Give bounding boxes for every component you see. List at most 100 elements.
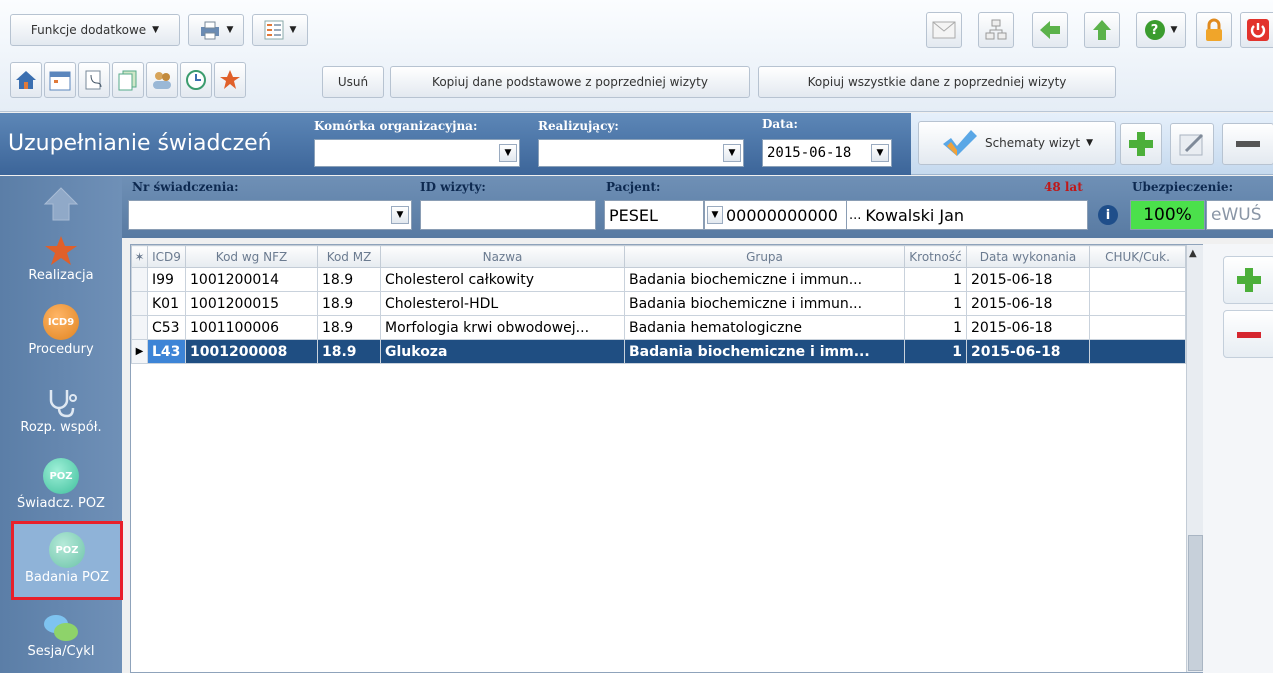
row-selector[interactable] <box>131 291 148 316</box>
up-button[interactable] <box>1084 12 1120 48</box>
kopiuj-wszystkie-button[interactable]: Kopiuj wszystkie dane z poprzedniej wizy… <box>758 66 1116 98</box>
funkcje-dodatkowe-dropdown[interactable]: Funkcje dodatkowe ▼ <box>10 14 180 46</box>
cell-kod-nfz[interactable]: 1001200015 <box>185 291 318 316</box>
edit-visit-button[interactable] <box>1170 123 1214 165</box>
add-visit-button[interactable] <box>1120 123 1162 165</box>
cell-kod-mz[interactable]: 18.9 <box>317 339 381 364</box>
cell-grupa[interactable]: Badania biochemiczne i immun... <box>624 267 905 292</box>
poz-badge: POZ <box>49 470 73 482</box>
cell-icd9[interactable]: K01 <box>147 291 186 316</box>
cell-kod-nfz[interactable]: 1001200014 <box>185 267 318 292</box>
print-dropdown[interactable]: ▼ <box>188 14 244 46</box>
nav-up-arrow[interactable] <box>0 184 122 224</box>
info-icon[interactable]: i <box>1098 205 1118 225</box>
patients-button[interactable] <box>146 62 178 98</box>
cell-grupa[interactable]: Badania biochemiczne i immun... <box>624 291 905 316</box>
cell-kod-mz[interactable]: 18.9 <box>317 291 381 316</box>
scroll-up-icon[interactable]: ▲ <box>1189 248 1197 259</box>
cell-chuk[interactable] <box>1089 315 1186 340</box>
realizujacy-select[interactable]: ▼ <box>538 139 744 167</box>
schematy-wizyt-dropdown[interactable]: Schematy wizyt ▼ <box>918 121 1116 165</box>
col-header-kod-mz[interactable]: Kod MZ <box>317 245 381 268</box>
add-service-button[interactable] <box>1223 256 1273 304</box>
remove-visit-button[interactable] <box>1222 123 1273 165</box>
power-button[interactable] <box>1240 12 1273 48</box>
cell-chuk[interactable] <box>1089 267 1186 292</box>
id-type-select[interactable]: PESEL <box>604 200 704 230</box>
scrollbar-thumb[interactable] <box>1188 535 1203 671</box>
row-selector[interactable] <box>131 267 148 292</box>
komorka-select[interactable]: ▼ <box>314 139 520 167</box>
col-header-krotnosc[interactable]: Krotność <box>904 245 967 268</box>
structure-button[interactable] <box>978 12 1014 48</box>
table-row[interactable]: C53 1001100006 18.9 Morfologia krwi obwo… <box>131 315 1186 340</box>
documents-button[interactable] <box>112 62 144 98</box>
col-header-kod-nfz[interactable]: Kod wg NFZ <box>185 245 318 268</box>
cell-nazwa[interactable]: Glukoza <box>380 339 625 364</box>
cell-data[interactable]: 2015-06-18 <box>966 291 1090 316</box>
chevron-down-icon[interactable]: ▼ <box>707 206 723 224</box>
current-row-icon[interactable]: ▶ <box>131 339 148 364</box>
cell-kod-nfz[interactable]: 1001200008 <box>185 339 318 364</box>
cell-krotnosc[interactable]: 1 <box>904 267 967 292</box>
cell-chuk[interactable] <box>1089 339 1186 364</box>
cell-krotnosc[interactable]: 1 <box>904 291 967 316</box>
lock-button[interactable] <box>1196 12 1232 48</box>
ewus-button[interactable]: eWUŚ <box>1206 200 1273 230</box>
schedule-button[interactable] <box>180 62 212 98</box>
cell-icd9[interactable]: L43 <box>147 339 186 364</box>
id-wizyty-field[interactable] <box>420 200 596 230</box>
chevron-down-icon[interactable]: ▼ <box>391 206 409 224</box>
layout-dropdown[interactable]: ▼ <box>252 14 308 46</box>
cell-kod-nfz[interactable]: 1001100006 <box>185 315 318 340</box>
mail-button[interactable] <box>926 12 962 48</box>
cell-krotnosc[interactable]: 1 <box>904 339 967 364</box>
usun-button[interactable]: Usuń <box>322 66 384 98</box>
col-header-icd9[interactable]: ICD9 <box>147 245 186 268</box>
back-button[interactable] <box>1032 12 1068 48</box>
col-header-nazwa[interactable]: Nazwa <box>380 245 625 268</box>
nav-item-badania-poz[interactable]: POZ Badania POZ <box>11 521 123 600</box>
col-header-data-wykonania[interactable]: Data wykonania <box>966 245 1090 268</box>
cell-nazwa[interactable]: Cholesterol-HDL <box>380 291 625 316</box>
cell-icd9[interactable]: I99 <box>147 267 186 292</box>
chevron-down-icon[interactable]: ▼ <box>723 144 741 162</box>
table-row[interactable]: I99 1001200014 18.9 Cholesterol całkowit… <box>131 267 1186 292</box>
kopiuj-podstawowe-button[interactable]: Kopiuj dane podstawowe z poprzedniej wiz… <box>390 66 750 98</box>
cell-krotnosc[interactable]: 1 <box>904 315 967 340</box>
cell-kod-mz[interactable]: 18.9 <box>317 315 381 340</box>
cell-kod-mz[interactable]: 18.9 <box>317 267 381 292</box>
table-row[interactable]: K01 1001200015 18.9 Cholesterol-HDL Bada… <box>131 291 1186 316</box>
cell-nazwa[interactable]: Morfologia krwi obwodowej... <box>380 315 625 340</box>
home-button[interactable] <box>10 62 42 98</box>
cell-chuk[interactable] <box>1089 291 1186 316</box>
cell-nazwa[interactable]: Cholesterol całkowity <box>380 267 625 292</box>
row-selector[interactable] <box>131 315 148 340</box>
vertical-scrollbar[interactable]: ▲ <box>1186 245 1203 672</box>
nav-item-rozp-wspol[interactable]: Rozp. współ. <box>0 386 122 435</box>
patient-name-field[interactable]: ... Kowalski Jan <box>846 200 1088 230</box>
medical-button[interactable] <box>214 62 246 98</box>
patient-lookup-button[interactable]: ... <box>849 208 861 223</box>
document-stethoscope-button[interactable] <box>78 62 110 98</box>
nav-item-realizacja[interactable]: Realizacja <box>0 234 122 283</box>
col-header-grupa[interactable]: Grupa <box>624 245 905 268</box>
cell-grupa[interactable]: Badania hematologiczne <box>624 315 905 340</box>
help-dropdown[interactable]: ? ▼ <box>1136 12 1186 48</box>
date-picker[interactable]: 2015-06-18 ▼ <box>762 139 892 167</box>
nav-item-procedury[interactable]: ICD9 Procedury <box>0 304 122 357</box>
chevron-down-icon[interactable]: ▼ <box>871 144 889 162</box>
nav-item-sesja-cykl[interactable]: Sesja/Cykl <box>0 612 122 659</box>
cell-data[interactable]: 2015-06-18 <box>966 339 1090 364</box>
col-header-chuk[interactable]: CHUK/Cuk. <box>1089 245 1186 268</box>
nr-swiadczenia-select[interactable]: ▼ <box>128 200 412 230</box>
cell-data[interactable]: 2015-06-18 <box>966 315 1090 340</box>
table-row-selected[interactable]: ▶ L43 1001200008 18.9 Glukoza Badania bi… <box>131 339 1186 364</box>
nav-item-swiadcz-poz[interactable]: POZ Świadcz. POZ <box>0 458 122 511</box>
chevron-down-icon[interactable]: ▼ <box>499 144 517 162</box>
calendar-button[interactable] <box>44 62 76 98</box>
cell-grupa[interactable]: Badania biochemiczne i imm... <box>624 339 905 364</box>
cell-data[interactable]: 2015-06-18 <box>966 267 1090 292</box>
remove-service-button[interactable] <box>1223 310 1273 358</box>
cell-icd9[interactable]: C53 <box>147 315 186 340</box>
